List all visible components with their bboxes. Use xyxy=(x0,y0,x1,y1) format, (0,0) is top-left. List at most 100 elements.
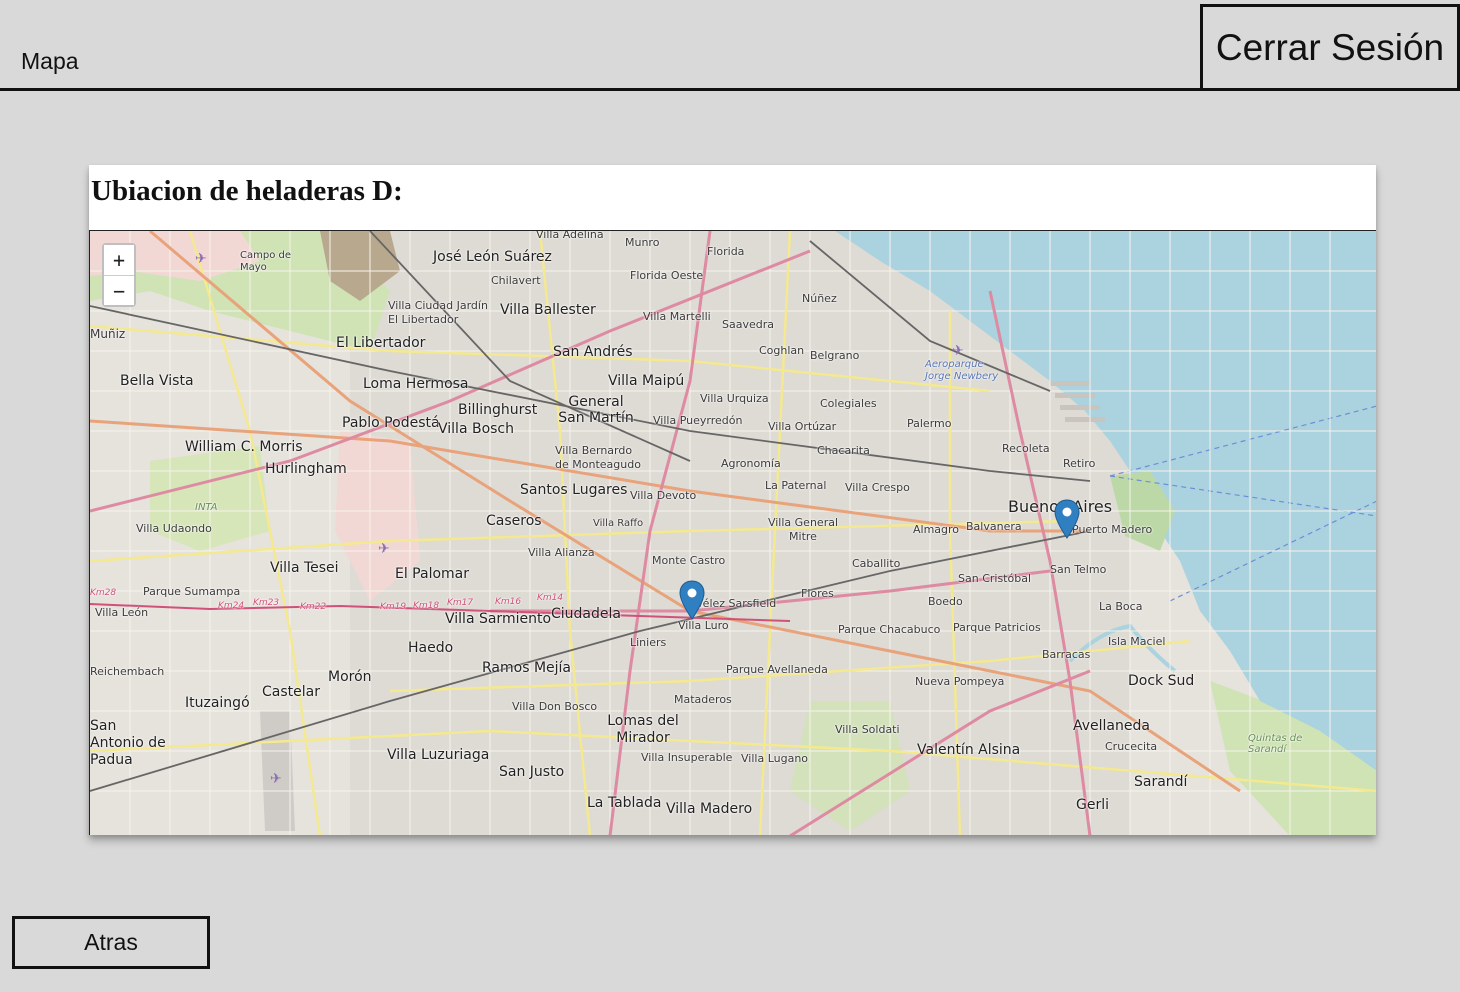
fridge-location-marker-icon[interactable] xyxy=(679,580,705,620)
map-label: Gerli xyxy=(1076,797,1109,813)
map-label: Villa Crespo xyxy=(845,481,910,494)
map-label: Florida xyxy=(707,245,745,258)
map-label: Villa Bosch xyxy=(438,421,515,437)
map-label: Villa Ballester xyxy=(500,302,596,318)
map-label: Villa Pueyrredón xyxy=(653,414,743,427)
map-label: Km16 xyxy=(495,597,522,607)
map-label: Lomas del Mirador xyxy=(607,713,679,746)
map-label: Km22 xyxy=(300,602,327,612)
map-label: Almagro xyxy=(913,523,960,536)
map-label: Villa Luro xyxy=(678,619,729,632)
map-label: General San Martín xyxy=(558,394,634,426)
map-label: Hurlingham xyxy=(265,461,347,477)
map-label: Km19 xyxy=(380,602,407,612)
map-label: Villa Soldati xyxy=(835,723,900,736)
map-label: Barracas xyxy=(1042,648,1091,661)
map-label: San Andrés xyxy=(553,344,633,360)
map-label: Villa Madero xyxy=(666,801,753,817)
map-label: Villa Ciudad Jardín El Libertador xyxy=(388,299,488,326)
map-view[interactable]: ✈ ✈ ✈ ✈ Villa Adelina Munro Florida José… xyxy=(89,230,1376,835)
map-label: Puerto Madero xyxy=(1072,523,1153,536)
map-label: Villa Lugano xyxy=(741,752,809,765)
map-label: San Justo xyxy=(499,764,565,780)
map-label: Avellaneda xyxy=(1073,718,1150,734)
map-label: Villa Don Bosco xyxy=(512,700,598,713)
svg-text:✈: ✈ xyxy=(195,251,207,267)
map-card-title: Ubiacion de heladeras D: xyxy=(91,175,403,207)
map-label: Parque Sumampa xyxy=(143,585,241,598)
map-label: Pablo Podestá xyxy=(342,415,440,431)
map-label: Balvanera xyxy=(966,520,1022,533)
map-label: Campo de Mayo xyxy=(240,250,291,273)
map-label: Recoleta xyxy=(1002,442,1050,455)
map-label: Chacarita xyxy=(817,444,870,457)
map-label: Parque Patricios xyxy=(953,621,1041,634)
map-label: Valentín Alsina xyxy=(917,742,1021,758)
svg-text:✈: ✈ xyxy=(378,541,390,557)
map-label: San Cristóbal xyxy=(958,572,1032,585)
svg-text:✈: ✈ xyxy=(952,343,964,359)
map-label: Villa Tesei xyxy=(270,560,339,576)
map-label: Villa Alianza xyxy=(528,546,595,559)
map-label: Boedo xyxy=(928,595,963,608)
map-label: Muñiz xyxy=(90,327,126,341)
map-label: Núñez xyxy=(802,292,837,305)
map-label: San Telmo xyxy=(1050,563,1107,576)
map-label: Km24 xyxy=(218,601,245,611)
map-label: El Palomar xyxy=(395,566,470,582)
map-label: Villa Maipú xyxy=(608,373,685,389)
map-label: Aeroparque Jorge Newbery xyxy=(925,359,999,382)
map-label: Isla Maciel xyxy=(1108,635,1166,648)
map-card: Ubiacion de heladeras D: ✈ ✈ ✈ ✈ Villa A… xyxy=(89,165,1376,835)
map-label: San Antonio de Padua xyxy=(90,718,166,768)
map-label: Villa Udaondo xyxy=(136,522,212,535)
map-label: Monte Castro xyxy=(652,554,726,567)
map-label: Crucecita xyxy=(1105,740,1158,753)
map-label: Belgrano xyxy=(810,349,860,362)
map-label: Dock Sud xyxy=(1128,673,1195,689)
map-label: Villa Devoto xyxy=(630,489,697,502)
map-label: Villa León xyxy=(95,606,149,619)
map-label: Villa Adelina xyxy=(536,230,604,241)
map-label: INTA xyxy=(195,502,218,513)
map-label: La Paternal xyxy=(765,479,827,492)
map-label: Km23 xyxy=(253,598,280,608)
zoom-in-button[interactable]: + xyxy=(104,245,134,275)
top-bar: Mapa Cerrar Sesión xyxy=(0,4,1460,91)
map-label: Chilavert xyxy=(491,274,541,287)
map-label: Florida Oeste xyxy=(630,269,704,282)
map-label: Flores xyxy=(801,587,834,600)
zoom-out-button[interactable]: − xyxy=(104,275,134,305)
zoom-control: + − xyxy=(102,243,136,307)
logout-button[interactable]: Cerrar Sesión xyxy=(1200,4,1460,91)
map-label: Vélez Sarsfield xyxy=(696,597,777,610)
map-label: Villa Urquiza xyxy=(700,392,769,405)
fridge-location-marker-icon[interactable] xyxy=(1054,499,1080,539)
map-label: Villa Insuperable xyxy=(641,751,733,764)
map-label: Parque Avellaneda xyxy=(726,663,828,676)
map-label: La Tablada xyxy=(587,795,662,811)
map-label: Ituzaingó xyxy=(185,695,250,711)
map-label: Loma Hermosa xyxy=(363,376,469,392)
map-label: José León Suárez xyxy=(433,249,552,265)
map-label: Colegiales xyxy=(820,397,877,410)
map-label: Agronomía xyxy=(721,457,781,470)
back-button[interactable]: Atras xyxy=(12,916,210,969)
map-label: Palermo xyxy=(907,417,952,430)
map-label: Retiro xyxy=(1063,457,1096,470)
map-label: Reichembach xyxy=(90,665,165,678)
map-label: Caseros xyxy=(486,513,542,529)
map-label: Km18 xyxy=(413,601,440,611)
map-label: El Libertador xyxy=(336,335,426,351)
svg-text:✈: ✈ xyxy=(270,771,282,787)
page-title: Mapa xyxy=(21,48,79,74)
map-label: Villa Ortúzar xyxy=(768,420,837,433)
map-label: Saavedra xyxy=(722,318,774,331)
map-label: Coghlan xyxy=(759,344,805,357)
map-label: Munro xyxy=(625,236,660,249)
map-label: Villa Luzuriaga xyxy=(387,747,490,763)
map-label: La Boca xyxy=(1099,600,1143,613)
map-label: Villa Bernardo de Monteagudo xyxy=(555,444,641,471)
map-label: Quintas de Sarandí xyxy=(1248,733,1303,755)
map-label: Km14 xyxy=(537,593,564,603)
